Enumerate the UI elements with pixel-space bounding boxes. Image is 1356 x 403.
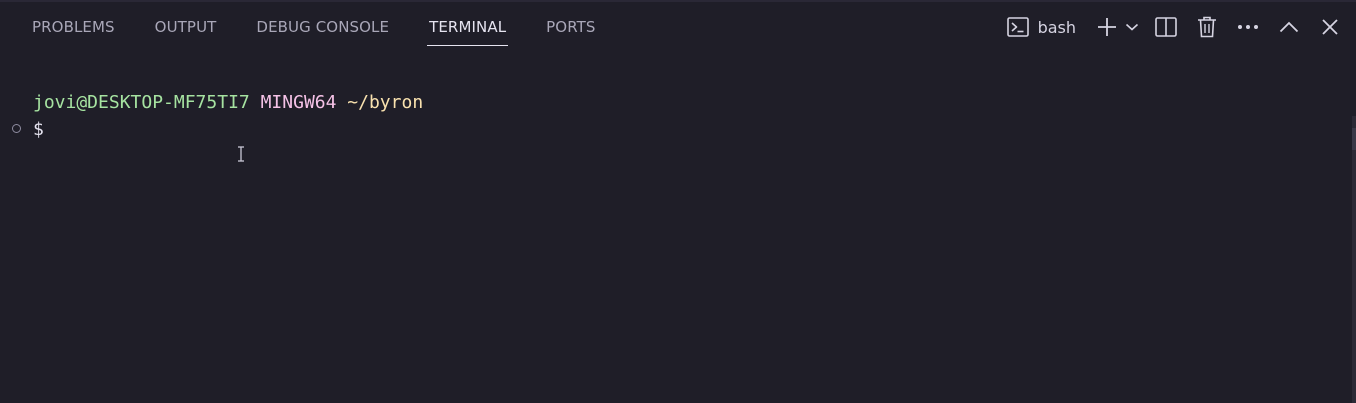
tab-problems[interactable]: PROBLEMS [12, 0, 135, 54]
more-actions-button[interactable] [1232, 11, 1264, 43]
command-decoration-icon[interactable] [12, 124, 21, 133]
panel-tab-bar: PROBLEMS OUTPUT DEBUG CONSOLE TERMINAL P… [12, 0, 616, 54]
tab-label: OUTPUT [154, 18, 217, 36]
tab-label: DEBUG CONSOLE [256, 18, 390, 36]
split-icon [1155, 17, 1177, 37]
panel-actions: bash [1001, 0, 1346, 54]
terminal-prompt-line: $ [33, 118, 44, 142]
tab-debug-console[interactable]: DEBUG CONSOLE [236, 0, 409, 54]
terminal-scrollbar[interactable] [1352, 116, 1356, 403]
mouse-ibeam-cursor-icon [236, 146, 246, 162]
terminal-icon [1006, 17, 1029, 37]
tab-label: PROBLEMS [32, 18, 115, 36]
chevron-down-icon [1125, 22, 1139, 32]
chevron-up-icon [1279, 21, 1299, 33]
split-terminal-button[interactable] [1150, 11, 1182, 43]
tab-label: TERMINAL [429, 18, 507, 36]
terminal-cwd: ~/byron [347, 92, 424, 113]
launch-profile-dropdown[interactable] [1123, 11, 1141, 43]
terminal-profile-label: bash [1037, 17, 1076, 37]
terminal-prompt-symbol: $ [33, 119, 44, 140]
tab-ports[interactable]: PORTS [526, 0, 615, 54]
terminal-user-host: jovi@DESKTOP-MF75TI7 [33, 92, 250, 113]
tab-output[interactable]: OUTPUT [135, 0, 237, 54]
add-icon [1097, 17, 1117, 37]
terminal-system-name: MINGW64 [260, 92, 337, 113]
tab-terminal[interactable]: TERMINAL [409, 0, 526, 54]
terminal-output-area[interactable]: jovi@DESKTOP-MF75TI7 MINGW64 ~/byron $ [0, 54, 1346, 403]
more-icon [1237, 24, 1259, 30]
kill-terminal-button[interactable] [1191, 11, 1223, 43]
terminal-panel: PROBLEMS OUTPUT DEBUG CONSOLE TERMINAL P… [0, 0, 1356, 403]
new-terminal-button[interactable] [1091, 11, 1123, 43]
close-icon [1321, 18, 1339, 36]
maximize-panel-button[interactable] [1273, 11, 1305, 43]
terminal-prompt-header: jovi@DESKTOP-MF75TI7 MINGW64 ~/byron [33, 91, 423, 115]
trash-icon [1197, 16, 1217, 38]
terminal-scrollbar-thumb[interactable] [1352, 128, 1356, 150]
close-panel-button[interactable] [1314, 11, 1346, 43]
tab-label: PORTS [546, 18, 596, 36]
terminal-profile-button[interactable]: bash [1001, 11, 1082, 43]
